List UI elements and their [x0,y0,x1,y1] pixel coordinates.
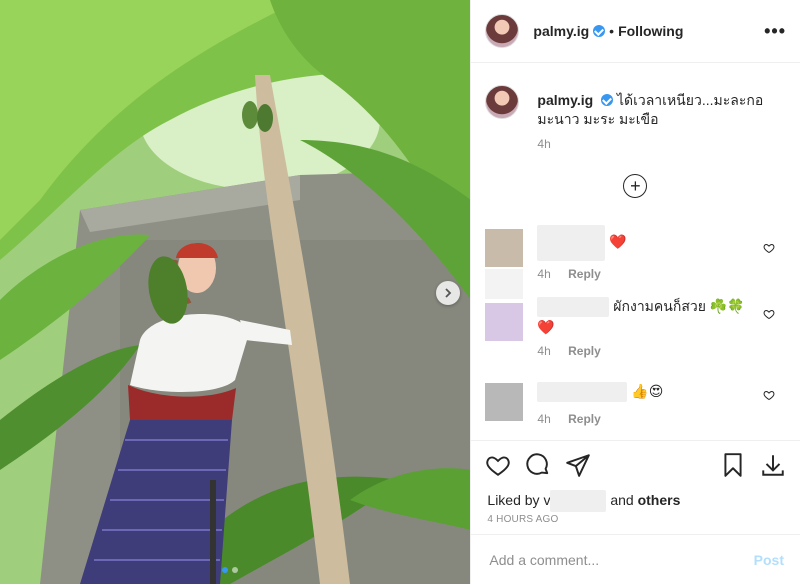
heart-outline-icon[interactable] [763,389,775,401]
liked-by-prefix: Liked by [487,492,540,508]
comment-bubble-icon[interactable] [525,452,551,478]
commenter-avatar[interactable] [485,383,524,421]
plus-icon: + [630,176,641,196]
following-button[interactable]: Following [618,23,683,39]
load-more-comments-button[interactable]: + [623,174,648,198]
verified-badge-icon [593,25,606,37]
comment-meta: 4h Reply [537,267,614,281]
post-timestamp[interactable]: 4 HOURS AGO [471,512,800,534]
comment-emoji-2: ❤️ [537,319,555,336]
caption-username[interactable]: palmy.ig [537,92,593,108]
bookmark-icon[interactable] [720,452,746,478]
commenter-avatar[interactable] [485,303,524,341]
author-username[interactable]: palmy.ig [533,23,589,39]
caption-text-block: palmy.ig ได้เวลาเหนียว...มะละกอ มะนาว มะ… [537,91,777,129]
header-separator: • [609,23,615,39]
carousel-dot-1[interactable] [222,567,228,573]
heart-outline-icon[interactable] [763,308,775,320]
post-photo[interactable] [0,0,471,584]
comment-emoji: 👍😍 [631,383,664,399]
comment-body: ❤️ [537,225,627,261]
comment-emoji: ❤️ [609,233,627,250]
comment-time[interactable]: 4h [537,412,550,426]
redacted-username[interactable] [537,225,606,261]
post-comment-button[interactable]: Post [754,552,784,568]
comment-composer: Post [471,534,800,584]
comment-meta: 4h Reply [537,412,614,426]
reply-button[interactable]: Reply [568,412,601,426]
likes-summary: Liked by v and others [471,488,800,513]
redacted-username[interactable] [537,382,628,403]
liked-by-others[interactable]: others [638,492,681,508]
comment-text: ผักงามคนก็สวย [613,298,706,314]
caption-timestamp[interactable]: 4h [537,137,550,151]
heart-outline-icon[interactable] [763,242,775,254]
add-comment-input[interactable] [487,550,754,569]
comment-body: 👍😍 [537,381,664,403]
post-side-panel: palmy.ig • Following ••• palmy.ig ได้เวล… [470,0,800,584]
redacted-liker-name[interactable] [550,490,607,513]
chevron-right-icon [445,288,452,298]
carousel-dot-2[interactable] [232,567,238,573]
comment-emoji: ☘️🍀 [709,298,745,314]
verified-badge-icon [601,94,614,106]
commenter-avatar[interactable] [485,229,524,267]
author-avatar[interactable] [485,14,520,48]
commenter-avatar-partial [485,269,524,299]
redacted-username[interactable] [537,297,610,318]
caption-avatar[interactable] [485,85,520,119]
reply-button[interactable]: Reply [568,344,601,358]
reply-button[interactable]: Reply [568,267,601,281]
comment-time[interactable]: 4h [537,267,550,281]
comment-meta: 4h Reply [537,344,614,358]
comment-body: ผักงามคนก็สวย ☘️🍀 ❤️ [537,296,747,337]
download-icon[interactable] [760,452,786,478]
more-options-icon[interactable]: ••• [764,21,786,42]
post-header: palmy.ig • Following ••• [471,0,800,63]
photo-scene [0,0,471,584]
carousel-dots [222,567,238,573]
liked-by-initial[interactable]: v [543,492,550,508]
like-heart-icon[interactable] [485,452,511,478]
liked-by-and: and [610,492,634,508]
post-actions [471,440,800,488]
next-photo-button[interactable] [436,281,460,305]
post-modal: palmy.ig • Following ••• palmy.ig ได้เวล… [0,0,800,584]
share-paper-plane-icon[interactable] [565,452,591,478]
comments-area[interactable]: palmy.ig ได้เวลาเหนียว...มะละกอ มะนาว มะ… [471,63,800,440]
comment-time[interactable]: 4h [537,344,550,358]
